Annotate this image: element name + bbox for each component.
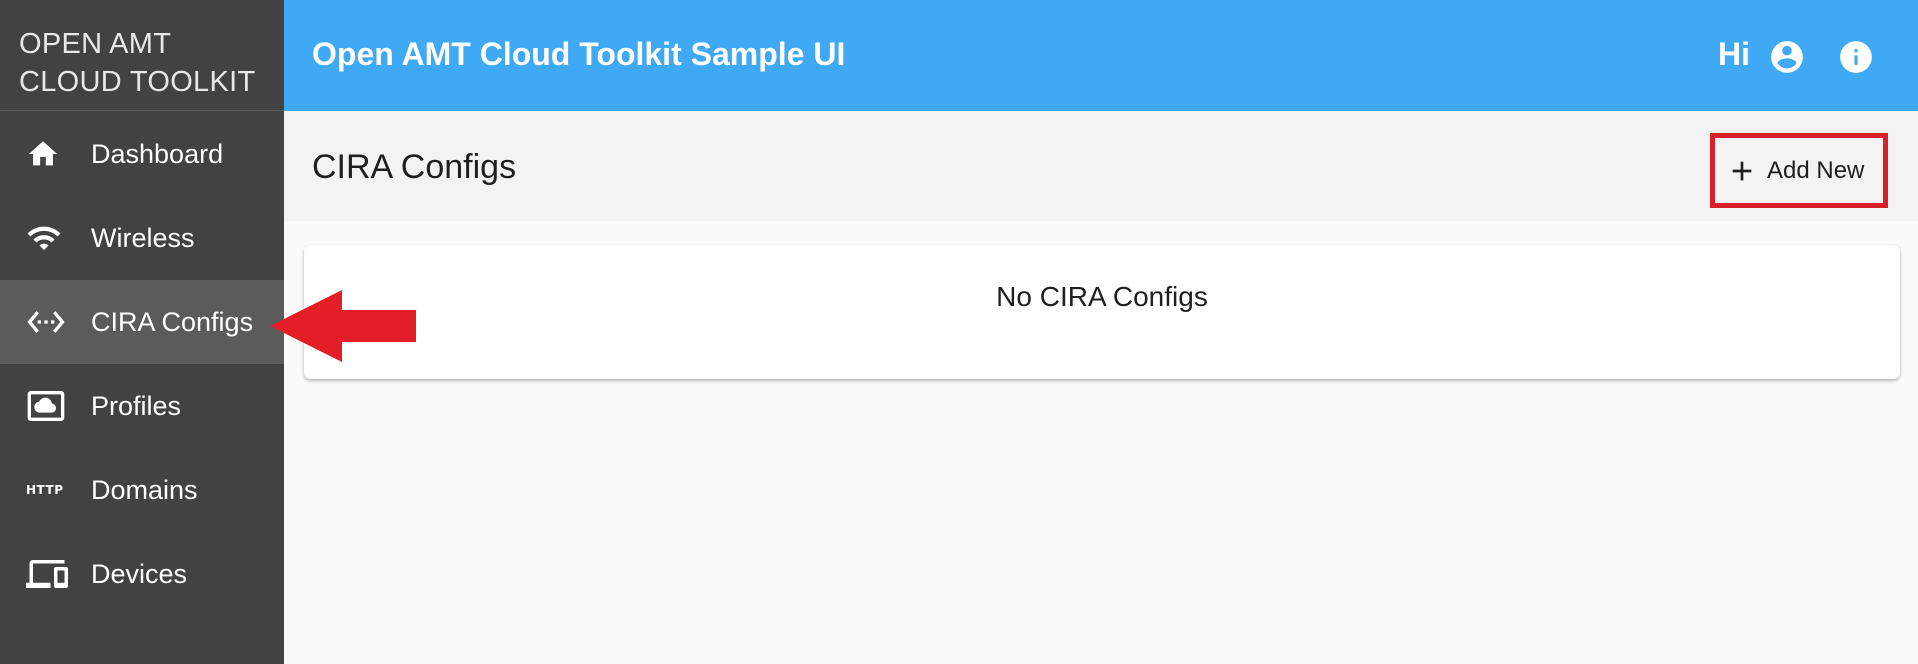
plus-icon xyxy=(1725,154,1759,188)
account-circle-icon[interactable] xyxy=(1768,38,1806,76)
add-new-button[interactable]: Add New xyxy=(1710,133,1888,208)
empty-state-message: No CIRA Configs xyxy=(996,281,1208,312)
cloud-profile-icon xyxy=(26,386,74,426)
info-icon[interactable] xyxy=(1837,38,1875,76)
sidebar-item-dashboard[interactable]: Dashboard xyxy=(0,112,284,196)
http-icon-text: HTTP xyxy=(26,483,64,497)
sidebar-item-cira-configs[interactable]: CIRA Configs xyxy=(0,280,284,364)
home-icon xyxy=(26,134,74,174)
sidebar-item-domains[interactable]: HTTP Domains xyxy=(0,448,284,532)
top-app-bar: Open AMT Cloud Toolkit Sample UI Hi xyxy=(284,0,1918,111)
sidebar-item-wireless[interactable]: Wireless xyxy=(0,196,284,280)
sidebar-item-devices[interactable]: Devices xyxy=(0,532,284,616)
sidebar-item-label: Profiles xyxy=(91,390,182,421)
sidebar-item-label: Devices xyxy=(91,558,188,589)
brand-line-1: OPEN AMT xyxy=(19,28,172,60)
sidebar: OPEN AMT CLOUD TOOLKIT Dashboard Wireles… xyxy=(0,0,284,664)
greeting-text: Hi xyxy=(1718,36,1750,72)
sidebar-item-label: CIRA Configs xyxy=(91,306,254,337)
sidebar-item-label: Dashboard xyxy=(91,138,224,169)
sidebar-item-profiles[interactable]: Profiles xyxy=(0,364,284,448)
add-new-label: Add New xyxy=(1767,156,1865,184)
settings-ethernet-icon xyxy=(26,302,74,342)
wifi-icon xyxy=(26,218,74,258)
app-title: Open AMT Cloud Toolkit Sample UI xyxy=(312,36,846,72)
sidebar-item-label: Wireless xyxy=(91,222,195,253)
page-title: CIRA Configs xyxy=(312,148,517,186)
http-icon: HTTP xyxy=(26,470,74,510)
page-toolbar: CIRA Configs Add New xyxy=(284,111,1918,221)
devices-icon xyxy=(26,554,74,594)
sidebar-item-label: Domains xyxy=(91,474,198,505)
cira-configs-card: No CIRA Configs xyxy=(304,245,1900,379)
brand-line-2: CLOUD TOOLKIT xyxy=(19,66,256,98)
brand-logo-text: OPEN AMT CLOUD TOOLKIT xyxy=(0,0,284,111)
annotation-arrow-icon xyxy=(270,290,416,362)
